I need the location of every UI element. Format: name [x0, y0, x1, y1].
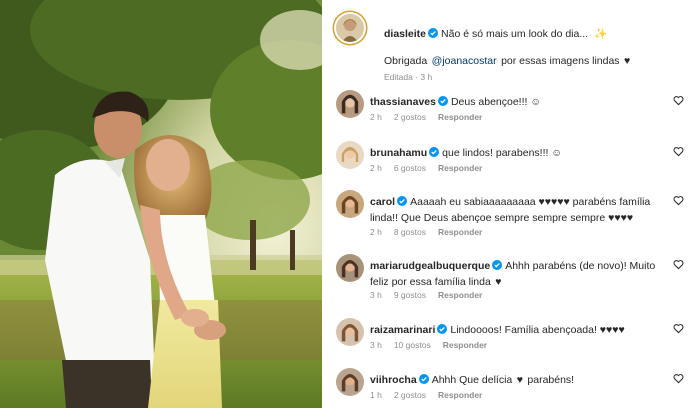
commenter-username[interactable]: viihrocha: [370, 374, 417, 386]
verified-badge-icon: [429, 147, 440, 157]
commenter-username[interactable]: thassianaves: [370, 96, 436, 108]
author-username[interactable]: diasleite: [384, 28, 426, 40]
commenter-username[interactable]: carol: [370, 196, 395, 208]
comment-time: 3 h: [370, 340, 382, 350]
comment-meta: 2 h 8 gostos Responder: [370, 227, 494, 237]
caption-meta: Editada · 3 h: [384, 72, 433, 82]
comment-body: mariarudgealbuquerque Ahhh parabéns (de n…: [370, 258, 670, 289]
comment-text-suffix: parabéns!: [527, 374, 575, 386]
comment-meta: 1 h 2 gostos Responder: [370, 390, 494, 400]
heart-outline-icon[interactable]: [673, 323, 684, 334]
heart-outline-icon[interactable]: [673, 259, 684, 270]
post-photo[interactable]: [0, 0, 322, 408]
verified-badge-icon: [418, 374, 429, 384]
verified-badge-icon: [492, 260, 503, 270]
comment-likes[interactable]: 2 gostos: [394, 112, 426, 122]
caption-thanks: Obrigada: [384, 55, 428, 67]
comment-body: brunahamu que lindos! parabens!!! ☺: [370, 145, 670, 161]
comment-time: 2 h: [370, 227, 382, 237]
comment-likes[interactable]: 9 gostos: [394, 290, 426, 300]
commenter-username[interactable]: brunahamu: [370, 147, 427, 159]
comment-meta: 3 h 9 gostos Responder: [370, 290, 494, 300]
comment-text: Lindoooos! Família abençoada! ♥♥♥♥: [450, 324, 625, 336]
comment-text: que lindos! parabens!!! ☺: [442, 147, 563, 159]
comment-meta: 2 h 6 gostos Responder: [370, 163, 494, 173]
commenter-avatar[interactable]: [336, 254, 364, 282]
comment-item: mariarudgealbuquerque Ahhh parabéns (de n…: [336, 254, 692, 314]
commenter-avatar[interactable]: [336, 318, 364, 346]
comment-likes[interactable]: 2 gostos: [394, 390, 426, 400]
heart-emoji: ♥: [624, 55, 631, 67]
comment-likes[interactable]: 8 gostos: [394, 227, 426, 237]
comment-likes[interactable]: 10 gostos: [394, 340, 431, 350]
comment-meta: 3 h 10 gostos Responder: [370, 340, 499, 350]
comment-body: raizamarinari Lindoooos! Família abençoad…: [370, 322, 670, 338]
mention-link[interactable]: @joanacostar: [432, 55, 497, 67]
comment-time: 2 h: [370, 163, 382, 173]
reply-button[interactable]: Responder: [438, 227, 482, 237]
reply-button[interactable]: Responder: [438, 163, 482, 173]
verified-badge-icon: [437, 324, 448, 334]
commenter-avatar[interactable]: [336, 190, 364, 218]
commenter-avatar[interactable]: [336, 90, 364, 118]
commenter-avatar[interactable]: [336, 141, 364, 169]
commenter-username[interactable]: raizamarinari: [370, 324, 435, 336]
comment-body: thassianaves Deus abençoe!!! ☺: [370, 94, 670, 110]
reply-button[interactable]: Responder: [438, 390, 482, 400]
reply-button[interactable]: Responder: [438, 112, 482, 122]
caption-credit: Obrigada @joanacostar por essas imagens …: [384, 51, 630, 69]
author-avatar[interactable]: [336, 14, 364, 42]
verified-badge-icon: [428, 28, 439, 38]
commenter-avatar[interactable]: [336, 368, 364, 396]
caption-thanks-suffix: por essas imagens lindas: [501, 55, 620, 67]
comment-time: 1 h: [370, 390, 382, 400]
comment-body: carol Aaaaah eu sabiaaaaaaaaa ♥♥♥♥♥ parab…: [370, 194, 670, 225]
comment-time: 3 h: [370, 290, 382, 300]
comment-time: 2 h: [370, 112, 382, 122]
comment-likes[interactable]: 6 gostos: [394, 163, 426, 173]
couple-photo: [0, 0, 322, 408]
comments-panel: diasleite Não é só mais um look do dia...…: [322, 0, 700, 408]
comment-text: Deus abençoe!!! ☺: [450, 96, 542, 108]
heart-outline-icon[interactable]: [673, 146, 684, 157]
reply-button[interactable]: Responder: [438, 290, 482, 300]
comment-item: carol Aaaaah eu sabiaaaaaaaaa ♥♥♥♥♥ parab…: [336, 190, 692, 250]
heart-outline-icon[interactable]: [673, 95, 684, 106]
verified-badge-icon: [437, 96, 448, 106]
commenter-username[interactable]: mariarudgealbuquerque: [370, 260, 490, 272]
comment-item: viihrocha Ahhh Que delícia ♥ parabéns! 1 …: [336, 368, 692, 408]
heart-outline-icon[interactable]: [673, 373, 684, 384]
heart-emoji: ♥: [495, 275, 502, 288]
comment-body: viihrocha Ahhh Que delícia ♥ parabéns!: [370, 372, 670, 388]
reply-button[interactable]: Responder: [443, 340, 487, 350]
comment-text: Ahhh Que delícia: [431, 374, 513, 386]
caption-line: diasleite Não é só mais um look do dia...…: [384, 24, 607, 42]
verified-badge-icon: [397, 196, 408, 206]
caption-text: Não é só mais um look do dia... ✨: [441, 28, 608, 40]
comment-text: Aaaaah eu sabiaaaaaaaaa ♥♥♥♥♥ parabéns f…: [370, 196, 651, 224]
comment-meta: 2 h 2 gostos Responder: [370, 112, 494, 122]
heart-emoji: ♥: [516, 374, 523, 386]
heart-outline-icon[interactable]: [673, 195, 684, 206]
